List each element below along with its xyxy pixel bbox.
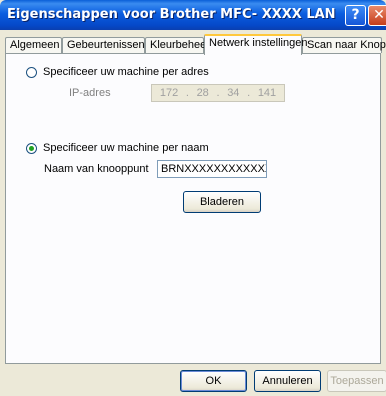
ip-octet-4: 141 bbox=[257, 87, 277, 99]
apply-button[interactable]: Toepassen bbox=[327, 370, 386, 392]
radio-by-address-label: Specificeer uw machine per adres bbox=[43, 66, 209, 78]
ip-octet-3: 34 bbox=[227, 87, 240, 99]
ip-address-label: IP-adres bbox=[69, 87, 111, 99]
radio-by-address-button[interactable] bbox=[26, 66, 37, 78]
title-bar[interactable]: Eigenschappen voor Brother MFC- XXXX LAN… bbox=[0, 0, 386, 30]
radio-by-name-label: Specificeer uw machine per naam bbox=[43, 142, 209, 154]
ok-button[interactable]: OK bbox=[180, 370, 247, 392]
cancel-button[interactable]: Annuleren bbox=[254, 370, 321, 392]
ip-address-field[interactable]: 172 . 28 . 34 . 141 bbox=[151, 84, 285, 102]
tab-algemeen[interactable]: Algemeen bbox=[5, 37, 62, 53]
tab-panel-netwerk: Specificeer uw machine per adres IP-adre… bbox=[5, 53, 381, 364]
browse-button[interactable]: Bladeren bbox=[183, 191, 261, 213]
window-title: Eigenschappen voor Brother MFC- XXXX LAN bbox=[7, 7, 336, 22]
radio-by-name[interactable]: Specificeer uw machine per naam bbox=[26, 142, 209, 154]
tab-kleurbeheer[interactable]: Kleurbeheer bbox=[145, 37, 210, 53]
close-button[interactable]: ✕ bbox=[368, 5, 386, 26]
node-name-input[interactable]: BRNXXXXXXXXXXXX bbox=[157, 160, 267, 178]
help-icon: ? bbox=[351, 7, 360, 23]
node-name-label: Naam van knooppunt bbox=[44, 163, 149, 175]
ip-octet-2: 28 bbox=[196, 87, 209, 99]
close-icon: ✕ bbox=[373, 7, 385, 23]
tab-scan-naar-knop[interactable]: Scan naar Knop bbox=[302, 37, 386, 53]
ip-octet-1: 172 bbox=[159, 87, 179, 99]
tab-gebeurtenissen[interactable]: Gebeurtenissen bbox=[62, 37, 145, 53]
radio-by-name-button[interactable] bbox=[26, 142, 37, 154]
tab-netwerk-instellingen[interactable]: Netwerk instellingen bbox=[204, 34, 307, 55]
help-button[interactable]: ? bbox=[345, 5, 366, 26]
radio-by-address[interactable]: Specificeer uw machine per adres bbox=[26, 66, 209, 78]
